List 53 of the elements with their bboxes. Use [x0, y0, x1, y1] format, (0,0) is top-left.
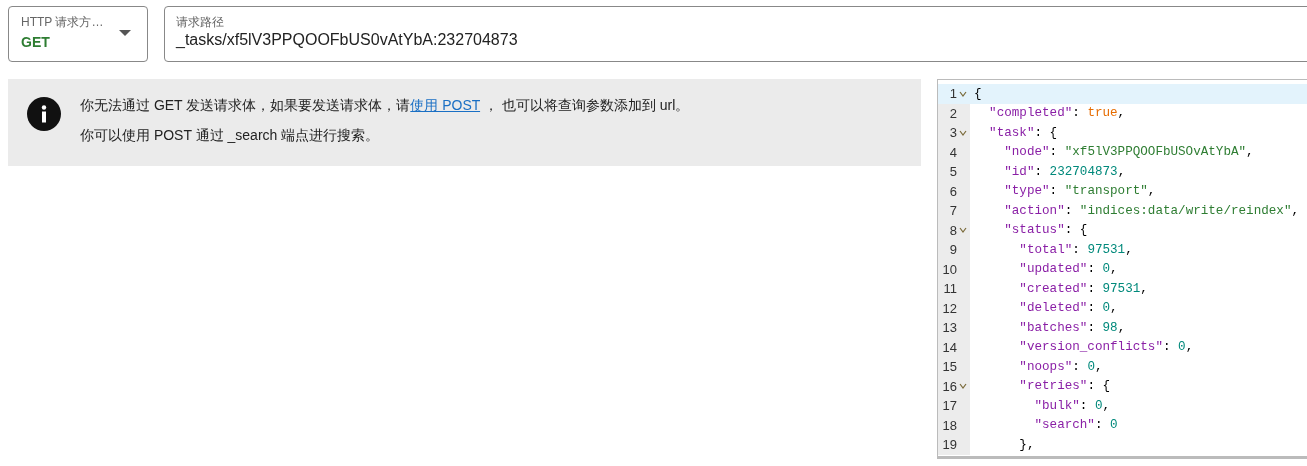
code-line: "created": 97531,	[1018, 281, 1148, 296]
line-number: 11	[942, 281, 957, 297]
notice-text: 你可以使用 POST 通过 _search 端点进行搜索。	[80, 126, 381, 145]
code-line: "completed": true,	[988, 106, 1126, 121]
field-label: 请求路径	[176, 15, 225, 29]
code-line: "bulk": 0,	[1033, 398, 1111, 413]
method-dropdown[interactable]: HTTP 请求方… GET	[8, 6, 148, 62]
line-number: 7	[948, 203, 957, 219]
line-number: 9	[948, 242, 957, 258]
line-number: 18	[941, 417, 957, 433]
line-number: 6	[948, 183, 957, 199]
code-line: "type": "transport",	[1003, 184, 1156, 199]
fold-caret-icon[interactable]	[959, 90, 967, 97]
path-input-field[interactable]: 请求路径 _tasks/xf5lV3PPQOOFbUS0vAtYbA:232704873	[164, 6, 1307, 62]
line-number: 12	[941, 300, 957, 316]
line-number: 13	[941, 320, 957, 336]
code-line: "version_conflicts": 0,	[1018, 340, 1194, 355]
fold-caret-icon[interactable]	[959, 383, 967, 390]
code-line: "task": {	[988, 125, 1058, 140]
code-line: "noops": 0,	[1018, 359, 1103, 374]
dropdown-caret-icon	[119, 30, 131, 36]
line-number: 8	[948, 222, 957, 238]
line-number: 15	[941, 359, 957, 375]
code-line: "node": "xf5lV3PPQOOFbUSOvAtYbA",	[1003, 145, 1254, 160]
fold-caret-icon[interactable]	[959, 129, 967, 136]
code-line: },	[1018, 437, 1035, 452]
field-label: HTTP 请求方…	[21, 15, 105, 29]
line-number: 4	[948, 144, 957, 160]
line-number: 16	[941, 378, 957, 394]
line-number: 17	[941, 398, 957, 414]
line-number: 14	[941, 339, 957, 355]
selected-value: GET	[21, 34, 51, 50]
line-number: 1	[948, 86, 957, 102]
code-line: "id": 232704873,	[1003, 164, 1126, 179]
fold-caret-icon[interactable]	[959, 227, 967, 234]
code-line: "action": "indices:data/write/reindex",	[1003, 203, 1299, 218]
line-number: 2	[948, 105, 957, 121]
notice-text: 你无法通过 GET 发送请求体，如果要发送请求体，请使用 POST ， 也可以将查询参数添加到 url。	[80, 96, 690, 115]
code-line: "deleted": 0,	[1018, 301, 1118, 316]
code-line: "updated": 0,	[1018, 262, 1118, 277]
code-line: "status": {	[1003, 223, 1088, 238]
post-link[interactable]: 使用 POST	[410, 97, 481, 113]
code-line: "total": 97531,	[1018, 242, 1133, 257]
line-number: 5	[948, 164, 957, 180]
info-icon	[27, 97, 61, 131]
code-line: "search": 0	[1033, 418, 1118, 433]
code-line: "retries": {	[1018, 379, 1111, 394]
code-line: {	[973, 86, 982, 101]
code-line: "batches": 98,	[1018, 320, 1126, 335]
line-number: 19	[941, 437, 957, 453]
line-number: 3	[948, 125, 957, 141]
field-value: _tasks/xf5lV3PPQOOFbUS0vAtYbA:232704873	[176, 31, 519, 49]
line-number: 10	[941, 261, 957, 277]
